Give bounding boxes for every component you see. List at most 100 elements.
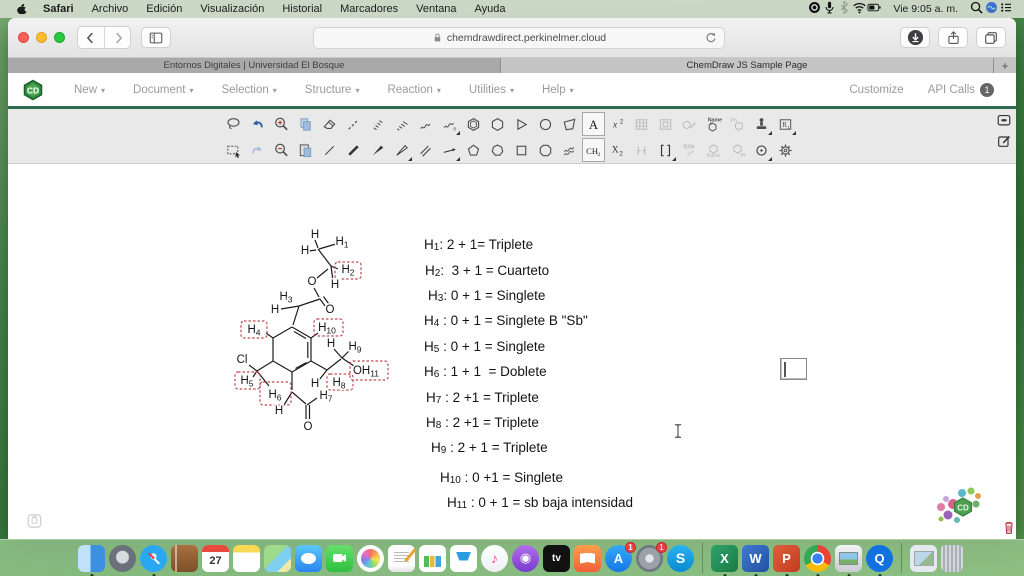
menubar-menu-historial[interactable]: Historial: [273, 3, 331, 15]
atom-label[interactable]: O: [326, 304, 335, 316]
tool-ring-hexagon-icon[interactable]: [486, 112, 509, 136]
downloads-button[interactable]: [900, 27, 930, 48]
tool-quad-wavy-icon[interactable]: [558, 138, 581, 162]
nmr-annotation-row[interactable]: H1: 2 + 1= Triplete: [424, 232, 714, 257]
atom-label[interactable]: Cl: [237, 354, 248, 366]
tool-r-group-icon[interactable]: R1: [774, 112, 797, 136]
atom-label[interactable]: H: [311, 378, 319, 390]
atom-label[interactable]: H: [331, 279, 339, 291]
tool-ring-octagon-icon[interactable]: [534, 138, 557, 162]
tool-bond-dashed-icon[interactable]: [342, 112, 365, 136]
tool-brackets-icon[interactable]: [654, 138, 677, 162]
dock-item-skype[interactable]: S: [667, 545, 694, 572]
tool-bond-wedge-hollow-icon[interactable]: [390, 138, 413, 162]
tool-ph-ring-icon[interactable]: Ph: [726, 112, 749, 136]
dock-item-books[interactable]: [574, 545, 601, 572]
tool-ring-benzene-icon[interactable]: [462, 112, 485, 136]
bond[interactable]: [315, 240, 318, 248]
bond[interactable]: [292, 361, 311, 372]
tool-lasso-icon[interactable]: [222, 112, 245, 136]
bond[interactable]: [299, 299, 320, 306]
tool-text-A-icon[interactable]: A: [582, 112, 605, 136]
dock-item-safari[interactable]: [140, 545, 167, 572]
molecule-drawing[interactable]: HH1HH2HOH3HOH4H10HH9ClOH11H5H6HH8H7HO: [215, 222, 405, 442]
atom-label[interactable]: H6: [268, 389, 281, 403]
bond[interactable]: [317, 269, 328, 278]
tool-ring-ph2-icon[interactable]: Ph: [726, 138, 749, 162]
atom-label[interactable]: H1: [335, 236, 348, 250]
tool-square-icon[interactable]: [510, 138, 533, 162]
tab-chemdraw-sample[interactable]: ChemDraw JS Sample Page: [501, 58, 994, 73]
atom-label[interactable]: H5: [240, 375, 253, 389]
notif-icon[interactable]: [999, 0, 1014, 15]
bond[interactable]: [249, 365, 257, 371]
bluetooth-icon[interactable]: [837, 0, 852, 15]
dock-item-excel[interactable]: X: [711, 545, 738, 572]
apple-menu-icon[interactable]: [10, 3, 34, 16]
bond[interactable]: [318, 249, 331, 266]
new-tab-button[interactable]: +: [994, 58, 1016, 73]
atom-label[interactable]: H10: [318, 322, 336, 336]
atom-label[interactable]: H8: [332, 377, 345, 391]
nmr-annotation-row[interactable]: H2: 3 + 1 = Cuarteto: [424, 257, 714, 282]
sidebar-toggle-button[interactable]: [141, 27, 171, 48]
atom-label[interactable]: H9: [348, 341, 361, 355]
menubar-menu-archivo[interactable]: Archivo: [83, 3, 138, 15]
dock-item-downloads[interactable]: [910, 545, 937, 572]
record-icon[interactable]: [807, 0, 822, 15]
tool-copy-icon[interactable]: [294, 112, 317, 136]
atom-label[interactable]: H: [311, 229, 319, 241]
atom-label[interactable]: H4: [247, 324, 260, 338]
atom-label[interactable]: H: [327, 338, 335, 350]
atom-label[interactable]: H2: [341, 264, 354, 278]
bond[interactable]: [327, 359, 341, 370]
bond[interactable]: [319, 370, 327, 380]
dock-item-contacts[interactable]: [171, 545, 198, 572]
reload-icon[interactable]: [704, 31, 718, 48]
nmr-annotation-row[interactable]: H7 : 2 +1 = Triplete: [424, 384, 714, 409]
tool-sub-x2-icon[interactable]: X2: [606, 138, 629, 162]
bond[interactable]: [292, 392, 306, 404]
tool-undo-icon[interactable]: [246, 112, 269, 136]
dock-item-launchpad[interactable]: [109, 545, 136, 572]
dock-item-calendar[interactable]: 27: [202, 545, 229, 572]
bond[interactable]: [311, 361, 327, 370]
dock-item-numbers[interactable]: [419, 545, 446, 572]
bond[interactable]: [334, 349, 342, 358]
chemdraw-menu-document[interactable]: Document▾: [119, 84, 207, 96]
dock-item-notes[interactable]: [233, 545, 260, 572]
bond[interactable]: [319, 244, 336, 249]
chemdraw-menu-help[interactable]: Help▾: [528, 84, 588, 96]
tool-gear-icon[interactable]: [774, 138, 797, 162]
bond[interactable]: [324, 297, 329, 304]
dock-item-finder[interactable]: [78, 545, 105, 572]
nmr-annotation-row[interactable]: H5 : 0 + 1 = Singlete: [424, 334, 714, 359]
siri-icon[interactable]: [984, 0, 999, 15]
tool-arrow-icon[interactable]: [438, 138, 461, 162]
tool-zoom-in-icon[interactable]: [270, 112, 293, 136]
show-tabs-button[interactable]: [976, 27, 1006, 48]
dock-item-appstore[interactable]: A1: [605, 545, 632, 572]
atom-label[interactable]: H: [271, 304, 279, 316]
tool-bracket-pair-icon[interactable]: [630, 138, 653, 162]
dock-item-messages[interactable]: [295, 545, 322, 572]
tool-bond-wedge-icon[interactable]: [366, 138, 389, 162]
menubar-menu-edición[interactable]: Edición: [137, 3, 191, 15]
back-button[interactable]: [78, 27, 104, 48]
chemdraw-menu-structure[interactable]: Structure▾: [291, 84, 374, 96]
nmr-annotation-row[interactable]: H9 : 2 + 1 = Triplete: [424, 435, 714, 460]
dock-item-podcasts[interactable]: ◉: [512, 545, 539, 572]
search-icon[interactable]: [969, 0, 984, 15]
tool-charge-icon[interactable]: [750, 138, 773, 162]
atom-label[interactable]: H: [301, 245, 309, 257]
close-window-button[interactable]: [18, 32, 29, 43]
dock-item-textedit[interactable]: [388, 545, 415, 572]
menubar-menu-ayuda[interactable]: Ayuda: [466, 3, 515, 15]
bond[interactable]: [257, 371, 269, 386]
atom-label[interactable]: H3: [279, 291, 292, 305]
tool-ring-heptagon-icon[interactable]: [486, 138, 509, 162]
nmr-annotations[interactable]: H1: 2 + 1= TripleteH2: 3 + 1 = Cuarteto H…: [424, 232, 714, 515]
dock-item-maps[interactable]: [264, 545, 291, 572]
menubar-menu-ventana[interactable]: Ventana: [407, 3, 465, 15]
bond[interactable]: [314, 288, 319, 297]
